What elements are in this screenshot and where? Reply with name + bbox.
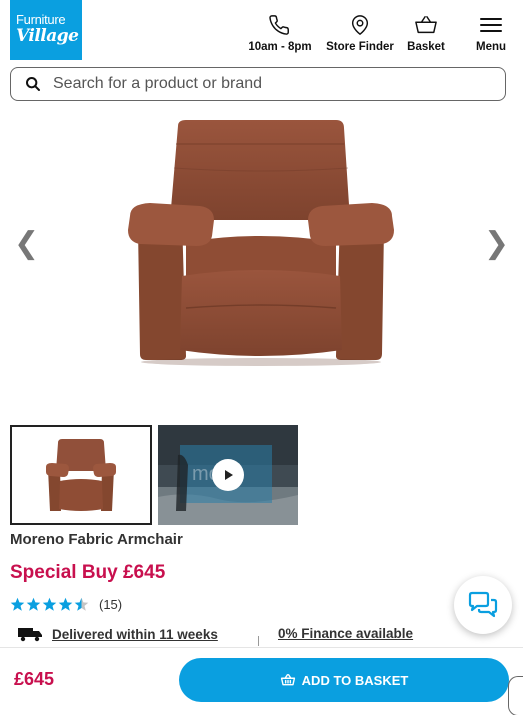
basket-icon <box>415 16 437 34</box>
special-buy-price: Special Buy £645 <box>10 562 166 583</box>
play-button-icon[interactable] <box>212 459 244 491</box>
brand-logo[interactable]: Furniture Village <box>10 0 82 60</box>
nav-hours-label: 10am - 8pm <box>248 41 312 53</box>
gallery-next-arrow[interactable]: ❯ <box>484 226 509 261</box>
nav-opening-hours[interactable]: 10am - 8pm <box>246 14 314 53</box>
map-pin-icon <box>351 15 369 35</box>
nav-store-finder[interactable]: Store Finder <box>324 14 396 53</box>
site-header: Furniture Village 10am - 8pm Store Finde… <box>0 0 523 62</box>
bottom-price: £645 <box>14 669 55 689</box>
logo-line-1: Furniture <box>16 12 66 27</box>
hamburger-menu-icon <box>480 18 502 32</box>
product-title: Moreno Fabric Armchair <box>10 531 183 548</box>
star-rating-icon <box>10 597 90 612</box>
nav-basket-label: Basket <box>407 41 445 53</box>
chat-button[interactable] <box>454 576 512 634</box>
phone-icon <box>269 15 289 35</box>
add-to-basket-label: ADD TO BASKET <box>301 672 409 688</box>
armchair-thumbnail-icon <box>46 439 116 511</box>
search-icon <box>26 77 40 91</box>
delivery-truck-icon <box>18 628 42 642</box>
finance-link[interactable]: 0% Finance available <box>278 626 413 641</box>
nav-basket[interactable]: Basket <box>404 14 448 53</box>
search-bar[interactable] <box>10 67 506 101</box>
nav-menu-label: Menu <box>475 41 507 53</box>
search-input[interactable] <box>53 75 473 93</box>
thumbnail-video[interactable]: mo <box>158 425 298 525</box>
product-rating[interactable]: (15) <box>10 597 122 612</box>
thumbnail-image-armchair[interactable] <box>10 425 152 525</box>
chat-bubbles-icon <box>468 591 498 618</box>
logo-line-2: Village <box>16 26 79 46</box>
delivery-info[interactable]: Delivered within 11 weeks <box>18 626 218 642</box>
delivery-text[interactable]: Delivered within 11 weeks <box>52 627 218 642</box>
info-divider <box>258 636 259 646</box>
side-feedback-tab[interactable] <box>508 676 523 715</box>
gallery-prev-arrow[interactable]: ❮ <box>14 226 39 261</box>
nav-menu[interactable]: Menu <box>472 14 510 53</box>
product-image-gallery: ❮ ❯ <box>0 108 523 408</box>
armchair-main-image <box>128 120 394 366</box>
add-to-basket-button[interactable]: ADD TO BASKET <box>179 658 509 702</box>
basket-icon <box>280 674 295 686</box>
nav-store-label: Store Finder <box>326 41 394 53</box>
sticky-add-to-basket-bar: £645 ADD TO BASKET <box>0 647 523 715</box>
review-count[interactable]: (15) <box>99 597 122 612</box>
